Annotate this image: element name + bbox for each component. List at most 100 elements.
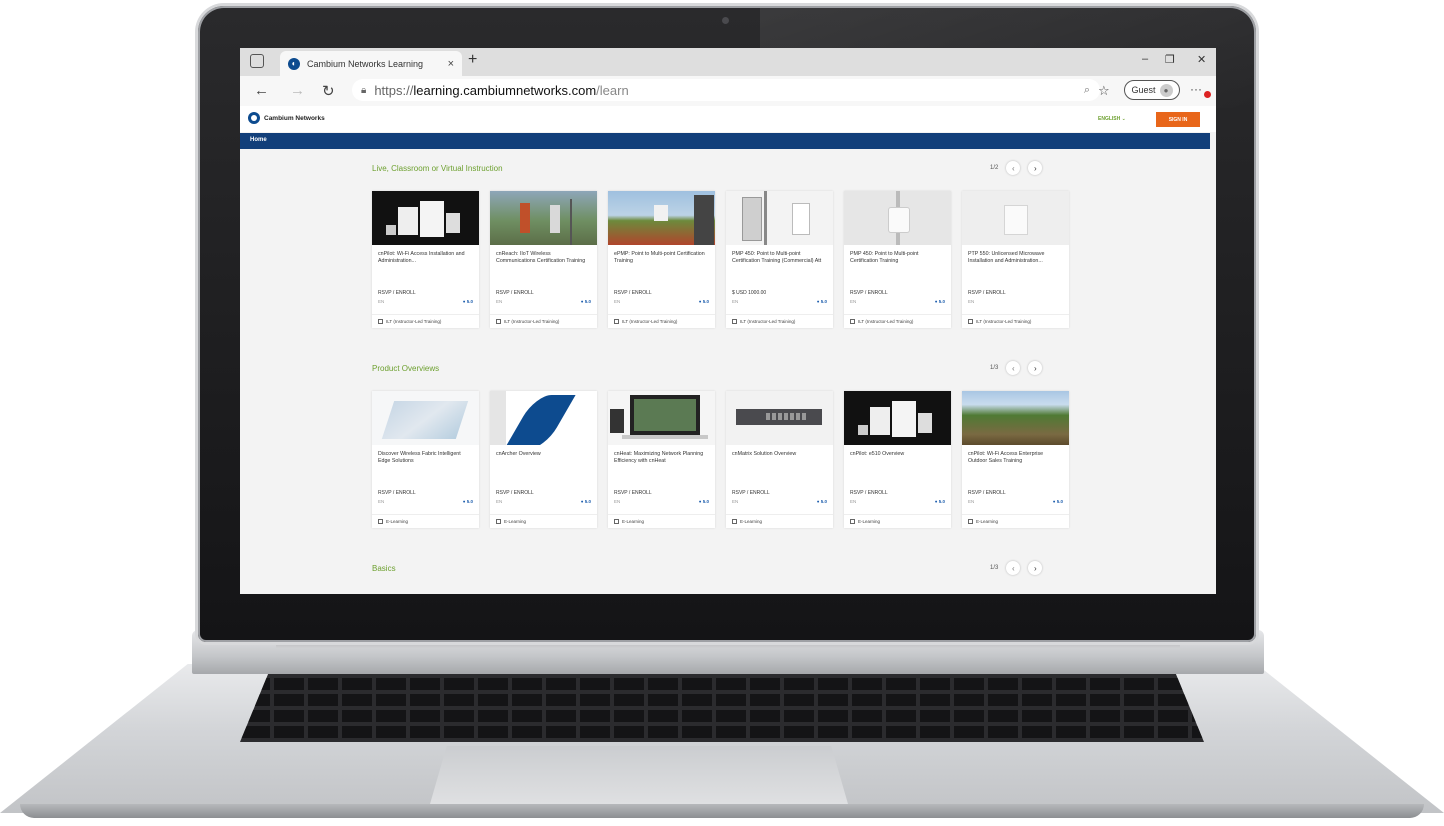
next-page-button[interactable]: ›: [1028, 361, 1043, 375]
course-thumbnail[interactable]: [726, 191, 833, 245]
minimize-button[interactable]: –: [1142, 53, 1148, 65]
course-title[interactable]: cnHeat: Maximizing Network Planning Effi…: [608, 445, 715, 485]
rsvp-enroll-link[interactable]: RSVP / ENROLL: [372, 485, 479, 496]
course-thumbnail[interactable]: [844, 191, 951, 245]
restore-button[interactable]: ❐: [1165, 53, 1175, 66]
course-card[interactable]: PMP 450: Point to Multi-point Certificat…: [726, 191, 833, 328]
course-title[interactable]: cnPilot: Wi-Fi Access Enterprise Outdoor…: [962, 445, 1069, 485]
back-arrow-icon[interactable]: ←: [254, 82, 269, 99]
new-tab-button[interactable]: +: [468, 51, 477, 69]
course-language: EN: [378, 499, 385, 504]
course-thumbnail[interactable]: [962, 191, 1069, 245]
next-page-button[interactable]: ›: [1028, 561, 1043, 575]
url-field[interactable]: 🔒︎ https:// learning.cambiumnetworks.com…: [352, 79, 1100, 101]
course-title[interactable]: ePMP: Point to Multi-point Certification…: [608, 245, 715, 285]
nav-home-link[interactable]: Home: [250, 137, 267, 143]
course-thumbnail[interactable]: [726, 391, 833, 445]
course-type-label: E-Learning: [386, 519, 409, 524]
more-options-icon[interactable]: ···: [1190, 82, 1202, 96]
language-selector[interactable]: ENGLISH ⌄: [1098, 116, 1126, 122]
course-card[interactable]: PTP 550: Unlicensed Microwave Installati…: [962, 191, 1069, 328]
course-thumbnail[interactable]: [608, 391, 715, 445]
rsvp-enroll-link[interactable]: $ USD 1000.00: [726, 285, 833, 296]
course-card[interactable]: Discover Wireless Fabric Intelligent Edg…: [372, 391, 479, 528]
course-meta: EN ● 5.0: [844, 496, 951, 504]
rsvp-enroll-link[interactable]: RSVP / ENROLL: [490, 285, 597, 296]
profile-button[interactable]: Guest ●: [1124, 80, 1180, 100]
sign-in-button[interactable]: SIGN IN: [1156, 112, 1200, 127]
rsvp-enroll-link[interactable]: RSVP / ENROLL: [962, 485, 1069, 496]
course-title[interactable]: cnReach: IIoT Wireless Communications Ce…: [490, 245, 597, 285]
course-type: E-Learning: [844, 514, 951, 528]
course-type: E-Learning: [490, 514, 597, 528]
rsvp-enroll-link[interactable]: RSVP / ENROLL: [608, 285, 715, 296]
course-rating: ● 5.0: [462, 499, 473, 504]
course-type-icon: [732, 319, 737, 324]
section-title: Basics: [372, 564, 396, 573]
course-card[interactable]: cnArcher Overview RSVP / ENROLL EN ● 5.0 E-L…: [490, 391, 597, 528]
zoom-icon[interactable]: ⌕: [1084, 84, 1090, 97]
course-title[interactable]: Discover Wireless Fabric Intelligent Edg…: [372, 445, 479, 485]
course-meta: EN ● 5.0: [608, 296, 715, 304]
course-card[interactable]: cnPilot: Wi-Fi Access Enterprise Outdoor…: [962, 391, 1069, 528]
course-language: EN: [496, 299, 503, 304]
course-title[interactable]: PMP 450: Point to Multi-point Certificat…: [726, 245, 833, 285]
course-title[interactable]: cnPilot: Wi-Fi Access Installation and A…: [372, 245, 479, 285]
course-thumbnail[interactable]: [372, 191, 479, 245]
tab-actions-icon[interactable]: [250, 54, 264, 68]
course-title[interactable]: cnArcher Overview: [490, 445, 597, 485]
brand-name: Cambium Networks: [264, 114, 325, 122]
rsvp-enroll-link[interactable]: RSVP / ENROLL: [726, 485, 833, 496]
refresh-icon[interactable]: ↻: [322, 82, 335, 100]
rsvp-enroll-link[interactable]: RSVP / ENROLL: [490, 485, 597, 496]
course-title[interactable]: cnPilot: e510 Overview: [844, 445, 951, 485]
prev-page-button[interactable]: ‹: [1006, 561, 1021, 575]
course-title[interactable]: cnMatrix Solution Overview: [726, 445, 833, 485]
prev-page-button[interactable]: ‹: [1006, 361, 1021, 375]
course-card[interactable]: PMP 450: Point to Multi-point Certificat…: [844, 191, 951, 328]
forward-arrow-icon[interactable]: →: [290, 82, 305, 99]
close-window-button[interactable]: ✕: [1197, 53, 1206, 66]
lock-icon: 🔒︎: [361, 84, 367, 96]
tab-cambium-learning[interactable]: ◐ Cambium Networks Learning ×: [280, 51, 462, 76]
rsvp-enroll-link[interactable]: RSVP / ENROLL: [962, 285, 1069, 296]
tab-close-icon[interactable]: ×: [448, 58, 454, 70]
rsvp-enroll-link[interactable]: RSVP / ENROLL: [844, 285, 951, 296]
rsvp-enroll-link[interactable]: RSVP / ENROLL: [372, 285, 479, 296]
course-card[interactable]: cnMatrix Solution Overview RSVP / ENROLL E…: [726, 391, 833, 528]
rsvp-enroll-link[interactable]: RSVP / ENROLL: [844, 485, 951, 496]
course-type-label: ILT (Instructor-Led Training): [858, 319, 914, 324]
next-page-button[interactable]: ›: [1028, 161, 1043, 175]
course-title[interactable]: PMP 450: Point to Multi-point Certificat…: [844, 245, 951, 285]
course-thumbnail[interactable]: [608, 191, 715, 245]
course-card[interactable]: cnReach: IIoT Wireless Communications Ce…: [490, 191, 597, 328]
course-thumbnail[interactable]: [372, 391, 479, 445]
course-thumbnail[interactable]: [962, 391, 1069, 445]
course-language: EN: [732, 499, 739, 504]
course-type-icon: [378, 519, 383, 524]
prev-page-button[interactable]: ‹: [1006, 161, 1021, 175]
course-card[interactable]: ePMP: Point to Multi-point Certification…: [608, 191, 715, 328]
course-type-label: E-Learning: [740, 519, 763, 524]
course-type: E-Learning: [962, 514, 1069, 528]
course-type-label: ILT (Instructor-Led Training): [976, 319, 1032, 324]
course-type: ILT (Instructor-Led Training): [726, 314, 833, 328]
course-type-icon: [732, 519, 737, 524]
rsvp-enroll-link[interactable]: RSVP / ENROLL: [608, 485, 715, 496]
course-rating: ● 5.0: [580, 499, 591, 504]
course-thumbnail[interactable]: [844, 391, 951, 445]
course-thumbnail[interactable]: [490, 191, 597, 245]
course-card[interactable]: cnPilot: Wi-Fi Access Installation and A…: [372, 191, 479, 328]
course-language: EN: [968, 299, 975, 304]
course-type-icon: [614, 519, 619, 524]
cambium-logo[interactable]: Cambium Networks: [248, 112, 325, 124]
course-language: EN: [378, 299, 385, 304]
course-thumbnail[interactable]: [490, 391, 597, 445]
course-rating: ● 5.0: [816, 499, 827, 504]
favorite-star-icon[interactable]: ☆: [1098, 83, 1110, 99]
course-title[interactable]: PTP 550: Unlicensed Microwave Installati…: [962, 245, 1069, 285]
course-type: ILT (Instructor-Led Training): [844, 314, 951, 328]
avatar-icon: ●: [1159, 83, 1173, 97]
course-card[interactable]: cnHeat: Maximizing Network Planning Effi…: [608, 391, 715, 528]
course-card[interactable]: cnPilot: e510 Overview RSVP / ENROLL EN ● 5…: [844, 391, 951, 528]
